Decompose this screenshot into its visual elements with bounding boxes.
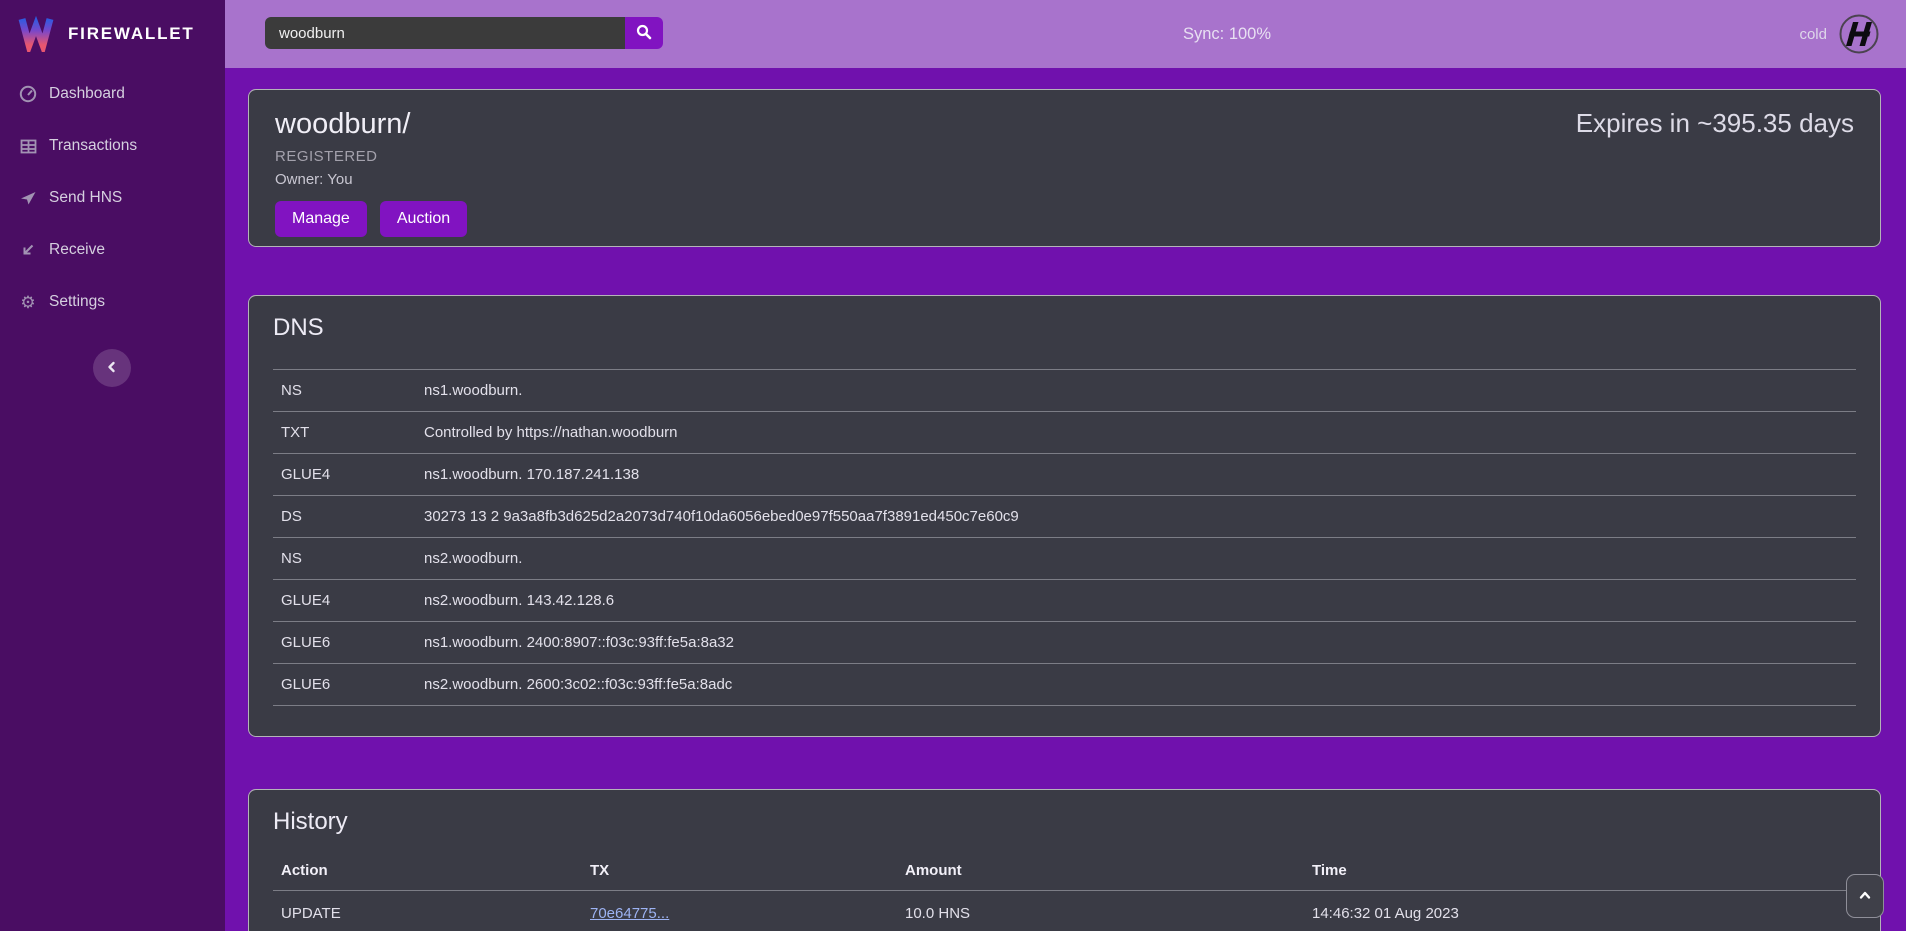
dns-record-value: ns2.woodburn. 143.42.128.6: [416, 580, 1856, 622]
history-header-row: Action TX Amount Time: [273, 850, 1856, 891]
dns-record-row: NS ns2.woodburn.: [273, 538, 1856, 580]
dns-record-value: ns1.woodburn. 170.187.241.138: [416, 454, 1856, 496]
receive-arrow-icon: [18, 242, 38, 258]
dns-record-value: 30273 13 2 9a3a8fb3d625d2a2073d740f10da6…: [416, 496, 1856, 538]
gear-icon: ⚙: [18, 294, 38, 311]
topbar: Sync: 100% cold: [225, 0, 1906, 68]
history-table: Action TX Amount Time UPDATE 70e64775...…: [273, 850, 1856, 931]
dns-record-type: GLUE4: [273, 454, 416, 496]
sidebar-collapse-button[interactable]: [93, 349, 131, 387]
sidebar-item-label: Send HNS: [49, 189, 122, 207]
app-logo[interactable]: FIREWALLET: [0, 0, 225, 68]
domain-actions: Manage Auction: [275, 201, 1854, 237]
history-col-time: Time: [1304, 850, 1856, 891]
dns-record-row: GLUE6 ns2.woodburn. 2600:3c02::f03c:93ff…: [273, 664, 1856, 706]
scroll-top-button[interactable]: [1846, 874, 1884, 918]
dns-record-value: Controlled by https://nathan.woodburn: [416, 412, 1856, 454]
sidebar-item-label: Dashboard: [49, 85, 125, 103]
history-col-tx: TX: [582, 850, 897, 891]
history-action: UPDATE: [273, 891, 582, 931]
dns-record-type: GLUE6: [273, 622, 416, 664]
dns-record-value: ns2.woodburn.: [416, 538, 1856, 580]
wallet-indicator: cold: [1799, 0, 1880, 68]
sidebar-item-dashboard[interactable]: Dashboard: [0, 68, 225, 120]
search-input[interactable]: [265, 17, 625, 49]
domain-card: woodburn/ REGISTERED Owner: You Manage A…: [248, 89, 1881, 247]
history-heading: History: [273, 808, 1856, 836]
history-col-amount: Amount: [897, 850, 1304, 891]
send-icon: [18, 189, 38, 207]
domain-status: REGISTERED: [275, 148, 1854, 165]
dns-record-type: TXT: [273, 412, 416, 454]
sidebar: FIREWALLET Dashboard Transactions: [0, 0, 225, 931]
dns-record-type: DS: [273, 496, 416, 538]
dns-heading: DNS: [273, 314, 1856, 342]
dns-table: NS ns1.woodburn. TXT Controlled by https…: [273, 369, 1856, 706]
history-amount: 10.0 HNS: [897, 891, 1304, 931]
auction-button[interactable]: Auction: [380, 201, 467, 237]
history-row: UPDATE 70e64775... 10.0 HNS 14:46:32 01 …: [273, 891, 1856, 931]
sidebar-item-receive[interactable]: Receive: [0, 224, 225, 276]
history-time: 14:46:32 01 Aug 2023: [1304, 891, 1856, 931]
dns-record-row: GLUE4 ns1.woodburn. 170.187.241.138: [273, 454, 1856, 496]
app-title: FIREWALLET: [68, 24, 195, 44]
history-col-action: Action: [273, 850, 582, 891]
dns-record-value: ns2.woodburn. 2600:3c02::f03c:93ff:fe5a:…: [416, 664, 1856, 706]
domain-expiry: Expires in ~395.35 days: [1576, 108, 1854, 139]
sidebar-nav: Dashboard Transactions Send HNS: [0, 68, 225, 328]
dns-record-type: NS: [273, 538, 416, 580]
wallet-type-badge: cold: [1799, 26, 1827, 43]
manage-button[interactable]: Manage: [275, 201, 367, 237]
domain-owner: Owner: You: [275, 171, 1854, 188]
table-icon: [18, 138, 38, 155]
sidebar-item-label: Transactions: [49, 137, 137, 155]
search-group: [265, 17, 663, 49]
dns-record-row: TXT Controlled by https://nathan.woodbur…: [273, 412, 1856, 454]
sidebar-item-send-hns[interactable]: Send HNS: [0, 172, 225, 224]
tx-link[interactable]: 70e64775...: [590, 905, 669, 922]
sidebar-item-transactions[interactable]: Transactions: [0, 120, 225, 172]
chevron-left-icon: [104, 359, 120, 378]
chevron-up-icon: [1857, 887, 1873, 906]
sidebar-item-label: Receive: [49, 241, 105, 259]
dns-record-value: ns1.woodburn.: [416, 370, 1856, 412]
firewallet-logo-icon: [16, 12, 56, 57]
dns-record-type: GLUE4: [273, 580, 416, 622]
dns-card: DNS NS ns1.woodburn. TXT Controlled by h…: [248, 295, 1881, 737]
sidebar-item-label: Settings: [49, 293, 105, 311]
dns-record-row: DS 30273 13 2 9a3a8fb3d625d2a2073d740f10…: [273, 496, 1856, 538]
dns-record-row: NS ns1.woodburn.: [273, 370, 1856, 412]
sidebar-item-settings[interactable]: ⚙ Settings: [0, 276, 225, 328]
gauge-icon: [18, 85, 38, 103]
dns-record-type: GLUE6: [273, 664, 416, 706]
search-icon: [636, 24, 652, 43]
dns-record-row: GLUE4 ns2.woodburn. 143.42.128.6: [273, 580, 1856, 622]
history-card: History Action TX Amount Time UPDATE 70e…: [248, 789, 1881, 931]
search-button[interactable]: [625, 17, 663, 49]
handshake-logo-icon[interactable]: [1838, 13, 1880, 55]
dns-record-row: GLUE6 ns1.woodburn. 2400:8907::f03c:93ff…: [273, 622, 1856, 664]
dns-record-type: NS: [273, 370, 416, 412]
main-content: woodburn/ REGISTERED Owner: You Manage A…: [225, 68, 1906, 931]
sync-status: Sync: 100%: [1183, 0, 1271, 68]
dns-record-value: ns1.woodburn. 2400:8907::f03c:93ff:fe5a:…: [416, 622, 1856, 664]
